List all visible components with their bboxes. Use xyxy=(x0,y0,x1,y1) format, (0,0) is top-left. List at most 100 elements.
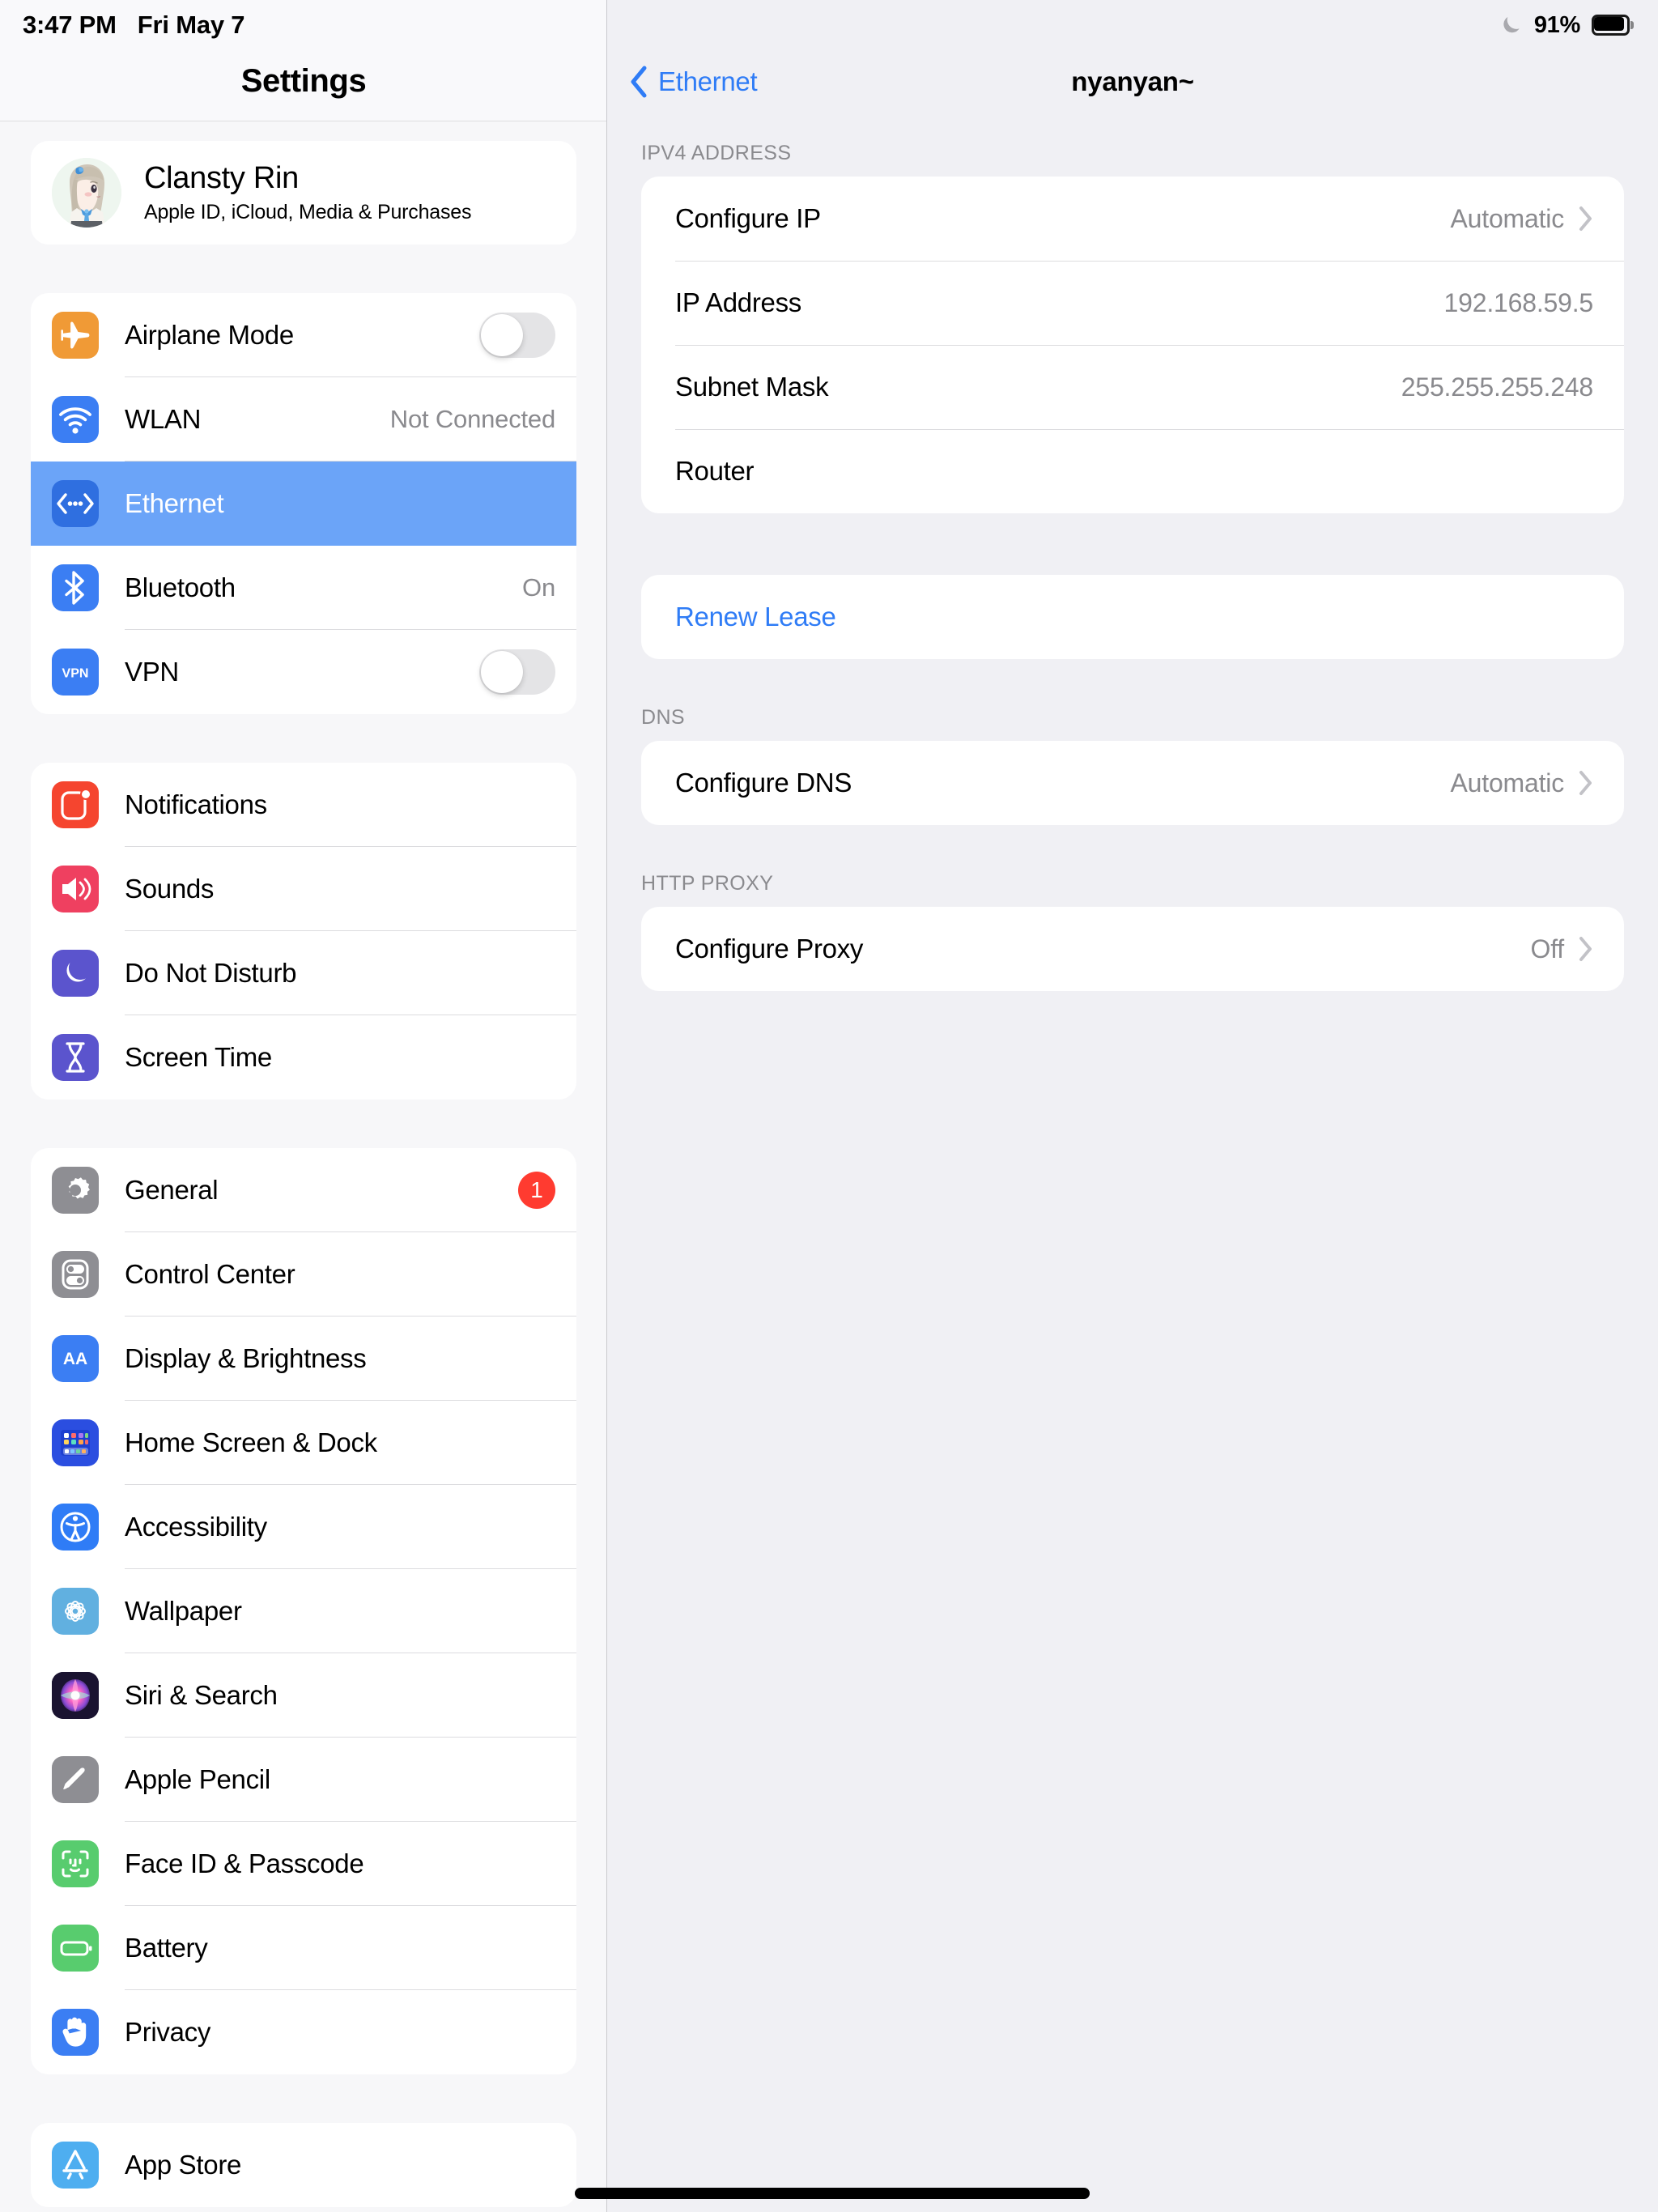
sidebar-item-label: Notifications xyxy=(125,789,267,819)
sidebar-item-vpn[interactable]: VPN VPN xyxy=(31,630,576,714)
status-bar-left: 3:47 PM Fri May 7 xyxy=(23,11,245,40)
sidebar-item-label: Screen Time xyxy=(125,1042,272,1072)
apple-pencil-icon xyxy=(52,1756,99,1803)
wallpaper-icon xyxy=(52,1588,99,1635)
sidebar-item-value: On xyxy=(522,572,555,602)
sidebar-item-battery[interactable]: Battery xyxy=(31,1906,576,1990)
toggle-switch[interactable] xyxy=(479,312,555,358)
sidebar-item-bluetooth[interactable]: Bluetooth On xyxy=(31,546,576,630)
sidebar-item-home-screen-dock[interactable]: Home Screen & Dock xyxy=(31,1401,576,1485)
sidebar-item-app-store[interactable]: App Store xyxy=(31,2123,576,2207)
section-header: HTTP Proxy xyxy=(641,872,774,895)
chevron-right-icon xyxy=(1564,936,1593,962)
back-button[interactable]: Ethernet xyxy=(629,66,758,98)
sidebar-item-content: Home Screen & Dock xyxy=(125,1401,576,1485)
detail-navigation-bar: Ethernet nyanyan~ xyxy=(607,50,1658,113)
split-view-divider xyxy=(606,0,607,2212)
sidebar-item-airplane-mode[interactable]: Airplane Mode xyxy=(31,293,576,377)
detail-row-configure-ip[interactable]: Configure IP Automatic xyxy=(641,177,1624,261)
sidebar-item-label: Control Center xyxy=(125,1258,295,1289)
status-bar-right: 91% xyxy=(1499,12,1634,39)
detail-content: IPv4 Address Configure IP Automatic IP Addr… xyxy=(607,142,1658,991)
sidebar-group-connectivity[interactable]: Airplane Mode WLAN Not Connected Ethernet Bl… xyxy=(31,293,576,714)
sidebar-item-label: VPN xyxy=(125,657,179,687)
sidebar-item-label: Display & Brightness xyxy=(125,1342,367,1373)
sidebar-item-label: Siri & Search xyxy=(125,1679,278,1710)
sidebar-item-wallpaper[interactable]: Wallpaper xyxy=(31,1569,576,1653)
sidebar-item-label: Wallpaper xyxy=(125,1595,242,1626)
sidebar-item-accessibility[interactable]: Accessibility xyxy=(31,1485,576,1569)
detail-row-label: Configure IP xyxy=(675,203,821,233)
screen-time-icon xyxy=(52,1034,99,1081)
status-date: Fri May 7 xyxy=(137,11,245,39)
detail-row-renew-lease[interactable]: Renew Lease xyxy=(641,575,1624,659)
sidebar-item-wlan[interactable]: WLAN Not Connected xyxy=(31,377,576,462)
sidebar-item-label: Apple Pencil xyxy=(125,1763,270,1794)
sidebar-item-label: Accessibility xyxy=(125,1511,267,1542)
toggle-switch[interactable] xyxy=(479,649,555,695)
sidebar-group-system[interactable]: General 1 Control Center AA Display & Bright… xyxy=(31,1148,576,2074)
sidebar-item-siri-search[interactable]: Siri & Search xyxy=(31,1653,576,1738)
sidebar-item-content: App Store xyxy=(125,2123,576,2207)
sidebar-item-content: Airplane Mode xyxy=(125,293,576,377)
sidebar-item-face-id-passcode[interactable]: Face ID & Passcode xyxy=(31,1822,576,1906)
sidebar-item-content: Accessibility xyxy=(125,1485,576,1569)
home-screen-dock-icon xyxy=(52,1419,99,1466)
notifications-icon xyxy=(52,781,99,828)
svg-text:VPN: VPN xyxy=(62,667,89,681)
apple-id-text: Clansty Rin Apple ID, iCloud, Media & Pu… xyxy=(144,161,472,224)
sidebar-item-content: Battery xyxy=(125,1906,576,1990)
vpn-icon: VPN xyxy=(52,649,99,696)
detail-title: nyanyan~ xyxy=(1071,66,1194,96)
sidebar-item-label: Face ID & Passcode xyxy=(125,1848,364,1878)
sidebar-group-stores[interactable]: App Store xyxy=(31,2123,576,2207)
wifi-icon xyxy=(52,396,99,443)
detail-row-value: Off xyxy=(1530,934,1565,963)
sidebar-item-label: Ethernet xyxy=(125,488,224,518)
sidebar-item-label: Bluetooth xyxy=(125,572,236,602)
sidebar-item-sounds[interactable]: Sounds xyxy=(31,847,576,931)
detail-row-value: Automatic xyxy=(1450,203,1565,233)
sidebar-scroll-area[interactable]: Clansty Rin Apple ID, iCloud, Media & Pu… xyxy=(0,121,607,2212)
sidebar-item-screen-time[interactable]: Screen Time xyxy=(31,1015,576,1100)
battery-settings-icon xyxy=(52,1925,99,1972)
home-indicator xyxy=(575,2188,1090,2199)
battery-percent-label: 91% xyxy=(1533,11,1580,38)
sidebar-item-content: General 1 xyxy=(125,1148,576,1232)
sidebar-item-content: Siri & Search xyxy=(125,1653,576,1738)
sidebar-item-content: Display & Brightness xyxy=(125,1317,576,1401)
sidebar-item-value: Not Connected xyxy=(389,404,555,433)
sidebar-item-general[interactable]: General 1 xyxy=(31,1148,576,1232)
detail-row-label: Renew Lease xyxy=(675,602,836,632)
detail-row-value: Automatic xyxy=(1450,768,1565,798)
sidebar-item-content: Wallpaper xyxy=(125,1569,576,1653)
detail-row-configure-dns[interactable]: Configure DNS Automatic xyxy=(641,741,1624,825)
sidebar-item-content: Privacy xyxy=(125,1990,576,2074)
sidebar-item-content: WLAN Not Connected xyxy=(125,377,576,462)
sidebar-item-privacy[interactable]: Privacy xyxy=(31,1990,576,2074)
sidebar-item-label: Home Screen & Dock xyxy=(125,1427,377,1457)
sidebar-item-apple-pencil[interactable]: Apple Pencil xyxy=(31,1738,576,1822)
sidebar-item-label: App Store xyxy=(125,2150,242,2180)
settings-sidebar[interactable]: Settings Clansty Rin Apple ID, iCloud, M… xyxy=(0,0,607,2212)
sidebar-item-content: Do Not Disturb xyxy=(125,931,576,1015)
sidebar-group-alerts[interactable]: Notifications Sounds Do Not Disturb Screen … xyxy=(31,763,576,1100)
avatar xyxy=(52,158,121,228)
sidebar-item-notifications[interactable]: Notifications xyxy=(31,763,576,847)
accessibility-icon xyxy=(52,1504,99,1551)
sidebar-item-ethernet[interactable]: Ethernet xyxy=(31,462,576,546)
detail-row-configure-proxy[interactable]: Configure Proxy Off xyxy=(641,907,1624,991)
sidebar-item-label: Privacy xyxy=(125,2017,211,2047)
apple-id-card[interactable]: Clansty Rin Apple ID, iCloud, Media & Pu… xyxy=(31,141,576,245)
sidebar-item-display-brightness[interactable]: AA Display & Brightness xyxy=(31,1317,576,1401)
apple-id-row[interactable]: Clansty Rin Apple ID, iCloud, Media & Pu… xyxy=(31,141,576,245)
sidebar-item-content: Notifications xyxy=(125,763,576,847)
sidebar-item-control-center[interactable]: Control Center xyxy=(31,1232,576,1317)
ethernet-icon xyxy=(52,480,99,527)
sidebar-item-do-not-disturb[interactable]: Do Not Disturb xyxy=(31,931,576,1015)
chevron-left-icon xyxy=(629,66,648,98)
detail-row-router: Router xyxy=(641,429,1624,513)
face-id-icon xyxy=(52,1840,99,1887)
